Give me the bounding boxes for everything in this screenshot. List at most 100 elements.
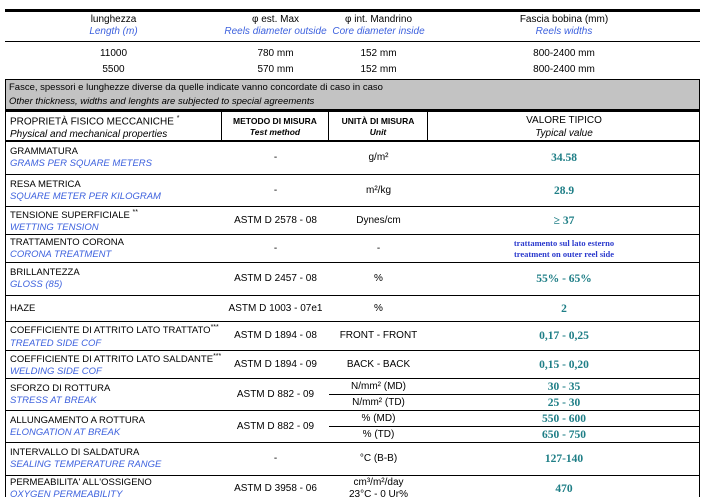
table-row: TENSIONE SUPERFICIALE ** WETTING TENSION… — [6, 207, 699, 235]
table-row: 11000 780 mm 152 mm 800-2400 mm — [5, 45, 700, 61]
header-outside-diameter-it: φ est. Max — [222, 14, 329, 26]
method-cell: ASTM D 1894 - 09 — [222, 351, 329, 378]
value-cell: 25 - 30 — [428, 395, 700, 410]
unit-cell: m²/kg — [329, 175, 428, 206]
header-method-it: METODO DI MISURA — [222, 116, 328, 127]
value-cell: 470 — [428, 476, 700, 497]
property-cell: TENSIONE SUPERFICIALE ** WETTING TENSION — [6, 207, 222, 234]
md-td-subrows: N/mm² (MD) 30 - 35 N/mm² (TD) 25 - 30 — [329, 379, 700, 410]
method-cell: ASTM D 882 - 09 — [222, 411, 329, 442]
notice-text-en: Other thickness, widths and lenghts are … — [9, 96, 699, 107]
method-cell: ASTM D 882 - 09 — [222, 379, 329, 410]
unit-cell: Dynes/cm — [329, 207, 428, 234]
property-cell: INTERVALLO DI SALDATURA SEALING TEMPERAT… — [6, 443, 222, 475]
method-cell: ASTM D 1894 - 08 — [222, 322, 329, 350]
reel-core-diameter: 152 mm — [329, 64, 428, 75]
header-reel-width: Fascia bobina (mm) Reels widths — [428, 14, 700, 38]
value-cell: 550 - 600 — [428, 411, 700, 426]
properties-table-header: PROPRIETÀ FISICO MECCANICHE * Physical a… — [6, 110, 699, 142]
header-unit-en: Unit — [329, 127, 427, 138]
table-row: COEFFICIENTE DI ATTRITO LATO SALDANTE***… — [6, 351, 699, 379]
method-cell: - — [222, 235, 329, 262]
property-cell: HAZE — [6, 296, 222, 321]
value-cell: 28.9 — [428, 175, 700, 206]
table-row: RESA METRICA SQUARE METER PER KILOGRAM -… — [6, 175, 699, 207]
table-row: PERMEABILITA' ALL'OSSIGENO OXYGEN PERMEA… — [6, 476, 699, 497]
unit-cell: % (TD) — [329, 427, 428, 442]
property-cell: TRATTAMENTO CORONA CORONA TREATMENT — [6, 235, 222, 262]
unit-cell: FRONT - FRONT — [329, 322, 428, 350]
property-cell: RESA METRICA SQUARE METER PER KILOGRAM — [6, 175, 222, 206]
unit-cell: N/mm² (MD) — [329, 379, 428, 394]
header-length-it: lunghezza — [5, 14, 222, 26]
reel-width: 800-2400 mm — [428, 64, 700, 75]
method-cell: ASTM D 1003 - 07e1 — [222, 296, 329, 321]
table-row: INTERVALLO DI SALDATURA SEALING TEMPERAT… — [6, 443, 699, 476]
method-cell: - — [222, 443, 329, 475]
value-cell: 55% - 65% — [428, 263, 700, 295]
reel-core-diameter: 152 mm — [329, 48, 428, 59]
reels-table-header: lunghezza Length (m) φ est. Max Reels di… — [5, 12, 700, 42]
unit-cell: % (MD) — [329, 411, 428, 426]
header-outside-diameter-en: Reels diameter outside — [222, 26, 329, 38]
property-cell: PERMEABILITA' ALL'OSSIGENO OXYGEN PERMEA… — [6, 476, 222, 497]
reel-width: 800-2400 mm — [428, 48, 700, 59]
property-cell: COEFFICIENTE DI ATTRITO LATO SALDANTE***… — [6, 351, 222, 378]
property-cell: COEFFICIENTE DI ATTRITO LATO TRATTATO***… — [6, 322, 222, 350]
value-cell: 34.58 — [428, 142, 700, 174]
value-cell: 30 - 35 — [428, 379, 700, 394]
md-td-subrows: % (MD) 550 - 600 % (TD) 650 - 750 — [329, 411, 700, 442]
value-cell: 650 - 750 — [428, 427, 700, 442]
header-unit: UNITÀ DI MISURA Unit — [329, 112, 428, 141]
header-length: lunghezza Length (m) — [5, 14, 222, 38]
reel-outside-diameter: 780 mm — [222, 48, 329, 59]
method-cell: - — [222, 142, 329, 174]
header-property-it: PROPRIETÀ FISICO MECCANICHE * — [10, 112, 221, 128]
reel-outside-diameter: 570 mm — [222, 64, 329, 75]
subrow-td: % (TD) 650 - 750 — [329, 427, 700, 442]
header-reel-width-en: Reels widths — [428, 26, 700, 38]
table-row: HAZE ASTM D 1003 - 07e1 % 2 — [6, 296, 699, 322]
value-cell: 0,17 - 0,25 — [428, 322, 700, 350]
subrow-md: N/mm² (MD) 30 - 35 — [329, 379, 700, 395]
table-row: BRILLANTEZZA GLOSS (85) ASTM D 2457 - 08… — [6, 263, 699, 296]
table-row: 5500 570 mm 152 mm 800-2400 mm — [5, 61, 700, 77]
reel-length: 11000 — [5, 48, 222, 59]
header-property-en: Physical and mechanical properties — [10, 128, 221, 141]
header-property: PROPRIETÀ FISICO MECCANICHE * Physical a… — [6, 112, 222, 141]
method-cell: ASTM D 3958 - 06 — [222, 476, 329, 497]
header-method: METODO DI MISURA Test method — [222, 112, 329, 141]
property-cell: SFORZO DI ROTTURA STRESS AT BREAK — [6, 379, 222, 410]
header-value-en: Typical value — [428, 127, 700, 140]
reels-table: lunghezza Length (m) φ est. Max Reels di… — [5, 9, 700, 77]
value-cell: 127-140 — [428, 443, 700, 475]
value-cell: trattamento sul lato esterno treatment o… — [428, 235, 700, 262]
header-core-diameter-it: φ int. Mandrino — [329, 14, 428, 26]
property-cell: BRILLANTEZZA GLOSS (85) — [6, 263, 222, 295]
header-value: VALORE TIPICO Typical value — [428, 112, 700, 141]
method-cell: - — [222, 175, 329, 206]
header-value-it: VALORE TIPICO — [428, 114, 700, 127]
subrow-td: N/mm² (TD) 25 - 30 — [329, 395, 700, 410]
subrow-md: % (MD) 550 - 600 — [329, 411, 700, 427]
table-row: COEFFICIENTE DI ATTRITO LATO TRATTATO***… — [6, 322, 699, 351]
unit-cell: N/mm² (TD) — [329, 395, 428, 410]
property-cell: GRAMMATURA GRAMS PER SQUARE METERS — [6, 142, 222, 174]
datasheet-content: lunghezza Length (m) φ est. Max Reels di… — [5, 9, 700, 497]
unit-cell: % — [329, 263, 428, 295]
unit-cell: BACK - BACK — [329, 351, 428, 378]
property-cell: ALLUNGAMENTO A ROTTURA ELONGATION AT BRE… — [6, 411, 222, 442]
header-core-diameter-en: Core diameter inside — [329, 26, 428, 38]
unit-cell: °C (B-B) — [329, 443, 428, 475]
table-row: SFORZO DI ROTTURA STRESS AT BREAK ASTM D… — [6, 379, 699, 411]
header-reel-width-it: Fascia bobina (mm) — [428, 14, 700, 26]
notice-banner: Fasce, spessori e lunghezze diverse da q… — [5, 79, 700, 110]
value-cell: 0,15 - 0,20 — [428, 351, 700, 378]
table-row: GRAMMATURA GRAMS PER SQUARE METERS - g/m… — [6, 142, 699, 175]
datasheet-page: lunghezza Length (m) φ est. Max Reels di… — [0, 0, 709, 497]
header-outside-diameter: φ est. Max Reels diameter outside — [222, 14, 329, 38]
unit-cell: % — [329, 296, 428, 321]
header-unit-it: UNITÀ DI MISURA — [329, 116, 427, 127]
properties-table: PROPRIETÀ FISICO MECCANICHE * Physical a… — [5, 110, 700, 497]
unit-cell: - — [329, 235, 428, 262]
